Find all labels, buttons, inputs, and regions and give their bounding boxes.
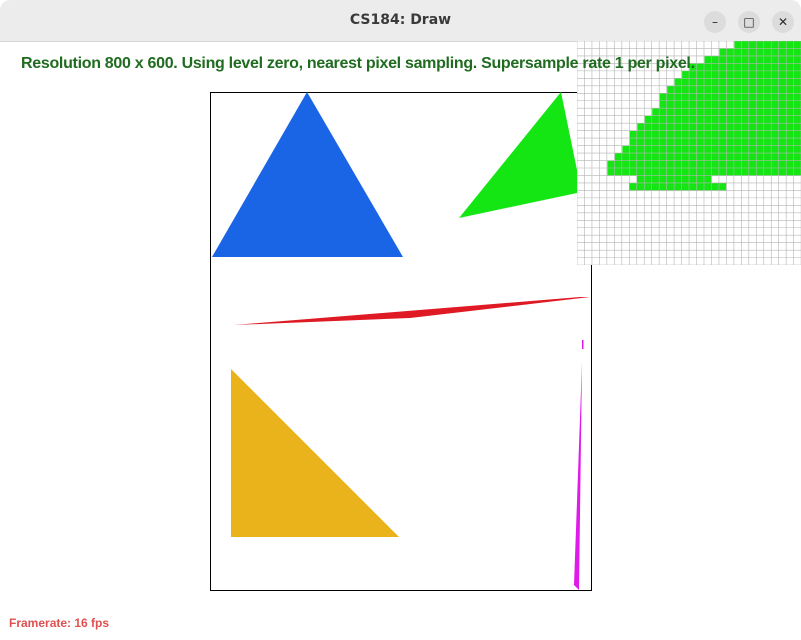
- status-text: Resolution 800 x 600. Using level zero, …: [21, 55, 695, 72]
- framerate-text: Framerate: 16 fps: [9, 616, 110, 630]
- zoom-pixel-row: [674, 78, 801, 87]
- zoom-pixel-row: [614, 153, 801, 161]
- zoom-pixel-row: [689, 63, 801, 72]
- zoom-pixel-row: [719, 48, 801, 57]
- zoom-pixel-row: [629, 130, 801, 139]
- magenta-sliver: [582, 340, 584, 349]
- zoom-pixel-row: [629, 138, 801, 146]
- zoom-pixel-row: [659, 100, 801, 109]
- zoom-inset: [577, 41, 801, 265]
- zoom-pixel-tail: [629, 182, 727, 191]
- zoom-pixel-row: [644, 115, 801, 124]
- zoom-pixel-row: [734, 41, 801, 49]
- zoom-pixel-row: [659, 93, 801, 102]
